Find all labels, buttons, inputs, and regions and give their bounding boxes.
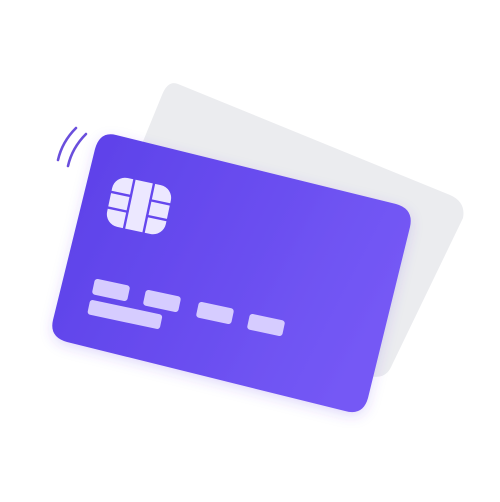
credit-card-illustration [52, 83, 464, 413]
card-illustration-stage [0, 0, 500, 502]
contactless-waves-icon [56, 126, 88, 168]
